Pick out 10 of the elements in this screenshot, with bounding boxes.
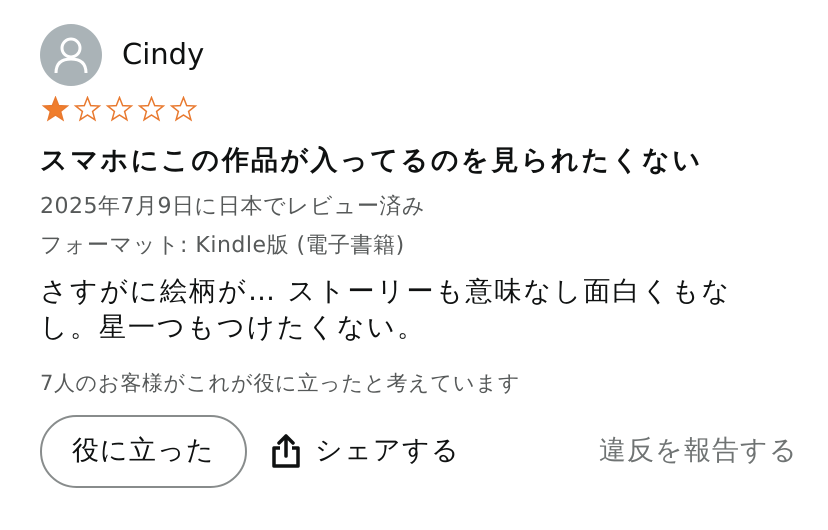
report-link[interactable]: 違反を報告する [599,431,798,472]
reviewer-name: Cindy [122,36,204,74]
share-link[interactable]: シェアする [271,431,460,472]
format-label: フォーマット: Kindle版 (電子書籍) [40,232,406,260]
helpful-button[interactable]: 役に立った [40,415,247,488]
helpful-count: 7人のお客様がこれが役に立ったと考えています [40,370,522,396]
share-icon[interactable] [271,433,301,470]
review-text: さすがに絵柄が… ストーリーも意味なし面白くもなし。星一つもつけたくない。 [40,274,733,344]
review-date: 2025年7月9日に日本でレビュー済み [40,192,426,220]
review-title: スマホにこの作品が入ってるのを見られたくない [40,144,704,178]
